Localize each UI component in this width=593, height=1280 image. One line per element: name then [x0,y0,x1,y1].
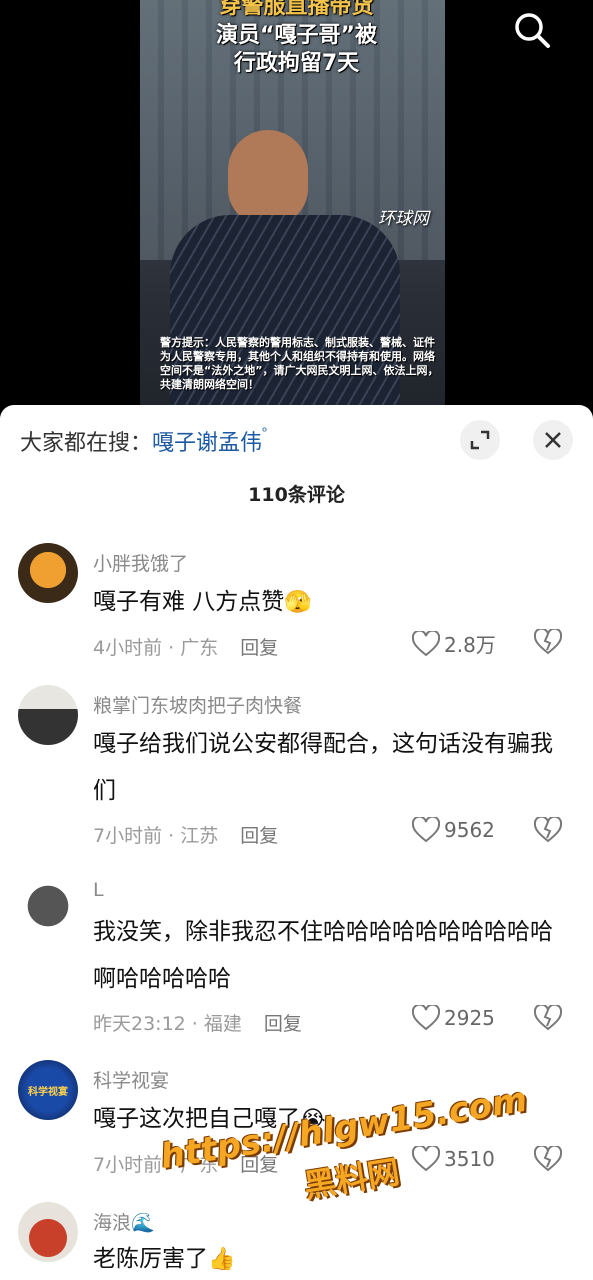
broken-heart-icon [533,1003,563,1031]
like-count: 2925 [444,1006,495,1030]
source-watermark: 环球网 [378,209,429,229]
search-icon [515,13,550,48]
comment-meta: 7小时前 · 江苏 回复 [93,821,278,848]
comment-emoji: 👍 [208,1247,236,1272]
reply-button[interactable]: 回复 [240,825,278,847]
small-search-icon: ᵒ [262,425,268,440]
video-player[interactable]: 穿警服直播带货 演员“嘎子哥”被 行政拘留7天 环球网 警方提示：人民警察的警用… [0,0,593,410]
comment-text: 我没笑，除非我忍不住哈哈哈哈哈哈哈哈哈哈啊哈哈哈哈哈 [93,919,553,992]
comment-time: 昨天23:12 · 福建 [93,1013,242,1035]
broken-heart-icon [533,815,563,843]
video-person-head [228,130,308,225]
avatar[interactable] [18,1202,78,1262]
close-button[interactable] [533,420,573,460]
video-title-line-3: 行政拘留7天 [233,51,360,76]
hot-search-bar[interactable]: 大家都在搜：嘎子谢孟伟ᵒ [20,425,267,457]
dislike-button[interactable] [533,1003,563,1035]
reply-button[interactable]: 回复 [240,637,278,659]
avatar-text: 科学视宴 [28,1086,68,1098]
comment-username[interactable]: 粮掌门东坡肉把子肉快餐 [93,691,302,718]
comment-text: 老陈厉害了👍 [93,1236,563,1280]
heart-icon [412,1005,440,1031]
heart-icon [412,630,440,656]
like-count: 2.8万 [444,633,496,657]
avatar[interactable]: 科学视宴 [18,1060,78,1120]
like-count: 9562 [444,818,495,842]
comment-username[interactable]: 海浪🌊 [93,1208,155,1235]
comment-time: 4小时前 · 广东 [93,637,219,659]
comment-meta: 4小时前 · 广东 回复 [93,633,278,660]
dislike-button[interactable] [533,815,563,847]
comment-emoji: 🫣 [284,590,312,615]
avatar[interactable] [18,685,78,745]
like-button[interactable]: 2925 [412,1005,495,1031]
comment-count: 110条评论 [248,484,345,506]
avatar[interactable] [18,543,78,603]
comment-username[interactable]: 小胖我饿了 [93,549,188,576]
expand-button[interactable] [460,420,500,460]
dislike-button[interactable] [533,627,563,659]
hot-search-term[interactable]: 嘎子谢孟伟 [152,431,262,456]
comment-text: 嘎子给我们说公安都得配合，这句话没有骗我们 [93,731,553,804]
police-notice: 警方提示：人民警察的警用标志、制式服装、警械、证件为人民警察专用，其他个人和组织… [160,336,439,391]
hot-search-label: 大家都在搜： [20,431,153,456]
comment-text-body: 嘎子有难 八方点赞 [93,589,285,615]
heart-icon [412,817,440,843]
expand-icon [470,430,490,450]
broken-heart-icon [533,627,563,655]
comment-text: 嘎子有难 八方点赞🫣 [93,579,563,626]
comment-meta: 昨天23:12 · 福建 回复 [93,1009,302,1036]
reply-button[interactable]: 回复 [264,1013,302,1035]
like-button[interactable]: 9562 [412,817,495,843]
close-icon [545,432,561,448]
avatar[interactable] [18,873,78,933]
search-button[interactable] [512,10,552,50]
like-button[interactable]: 2.8万 [412,629,496,658]
comment-username[interactable]: 科学视宴 [93,1066,169,1093]
comment-username[interactable]: L [93,879,104,901]
comment-time: 7小时前 · 江苏 [93,825,219,847]
